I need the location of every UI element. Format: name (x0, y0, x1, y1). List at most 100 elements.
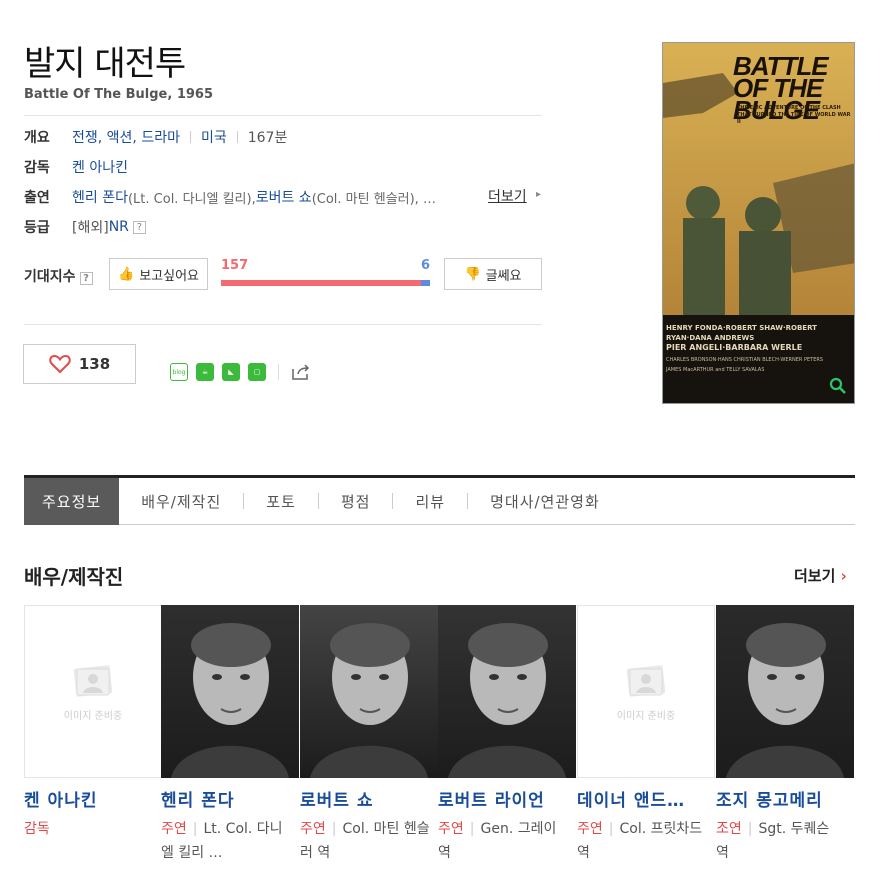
overview-label: 개요 (24, 130, 50, 146)
director-link[interactable]: 켄 아나킨 (72, 157, 128, 177)
expectation-row: 기대지수? 👍 보고싶어요 157 6 👎 글쎄요 (24, 258, 542, 290)
not-sure-label: 글쎄요 (485, 268, 522, 284)
poster-credits-2: PIER ANGELI·BARBARA WERLE (666, 343, 803, 352)
cast-photo[interactable] (716, 605, 854, 778)
cast-photo[interactable] (438, 605, 576, 778)
help-icon[interactable]: ? (132, 220, 146, 234)
separator (189, 131, 191, 143)
rating-value[interactable]: NR (109, 219, 129, 235)
cast-card[interactable]: 조지 몽고메리 조연 | Sgt. 두퀘슨 역 (716, 605, 854, 865)
runtime: 167분 (247, 130, 288, 146)
cast-card[interactable]: 이미지 준비중 데이너 앤드… 주연 | Col. 프릿차드 역 (577, 605, 715, 865)
tab-photo[interactable]: 포토 (244, 478, 318, 525)
cast-name[interactable]: 데이너 앤드… (577, 786, 715, 811)
cast-role-1: (Lt. Col. 다니엘 킬리), (127, 191, 256, 207)
want-to-see-label: 보고싶어요 (139, 268, 199, 284)
cast-role-type: 주연 (300, 821, 326, 837)
cast-photo-placeholder[interactable]: 이미지 준비중 (24, 605, 162, 778)
cast-name[interactable]: 로버트 쇼 (300, 786, 438, 811)
overview-row: 개요 전쟁, 액션, 드라마 미국 167분 (24, 127, 287, 147)
cast-photo[interactable] (161, 605, 299, 778)
expectation-label: 기대지수? (24, 266, 93, 286)
cast-link-2[interactable]: 로버트 쇼 (256, 187, 312, 207)
separator (278, 364, 279, 380)
rating-prefix: [해외] (72, 220, 109, 236)
movie-poster[interactable]: BATTLE OF THE BULGE THE EPIC ADVENTURE O… (662, 42, 855, 404)
cast-link-1[interactable]: 헨리 폰다 (72, 187, 128, 207)
separator: | (608, 821, 614, 837)
want-to-see-button[interactable]: 👍 보고싶어요 (109, 258, 208, 290)
director-row: 감독 켄 아나킨 (24, 157, 128, 177)
cast-role-type: 주연 (577, 821, 603, 837)
cast-name[interactable]: 조지 몽고메리 (716, 786, 854, 811)
cast-role: 주연 | Col. 프릿차드 역 (577, 817, 707, 865)
movie-subtitle: Battle Of The Bulge, 1965 (24, 87, 213, 102)
heart-icon (49, 354, 71, 374)
poster-tagline: THE EPIC ADVENTURE OF THE CLASH THAT TUR… (737, 105, 851, 125)
cast-role: 조연 | Sgt. 두퀘슨 역 (716, 817, 846, 865)
portrait-silhouette (448, 623, 566, 778)
tab-main-info[interactable]: 주요정보 (24, 477, 120, 525)
cast-more-link[interactable]: 더보기 (488, 186, 527, 206)
share-icon[interactable] (291, 363, 311, 381)
cast-role-type: 조연 (716, 821, 742, 837)
no-image-icon (626, 665, 666, 697)
want-bar (221, 280, 421, 286)
country-link[interactable]: 미국 (201, 127, 227, 147)
cast-role: 주연 | Gen. 그레이 역 (438, 817, 568, 865)
tab-bar: 주요정보 배우/제작진 포토 평점 리뷰 명대사/연관영화 (24, 475, 855, 525)
cast-section-more-label: 더보기 (794, 567, 836, 585)
cast-card[interactable]: 이미지 준비중 켄 아나킨 감독 (24, 605, 162, 841)
tab-cast-crew[interactable]: 배우/제작진 (119, 478, 243, 525)
portrait-silhouette (726, 623, 844, 778)
rating-row: 등급 [해외] NR ? (24, 217, 146, 237)
cast-card[interactable]: 헨리 폰다 주연 | Lt. Col. 다니엘 킬리 … (161, 605, 299, 865)
blog-icon[interactable]: blog (170, 363, 188, 381)
cast-name[interactable]: 켄 아나킨 (24, 786, 162, 811)
cast-photo[interactable] (300, 605, 438, 778)
genre-link[interactable]: 전쟁, 액션, 드라마 (72, 127, 180, 147)
share-icons: blog ☕ ◣ ▢ (170, 363, 311, 381)
cast-section-more[interactable]: 더보기 › (794, 565, 847, 586)
help-icon[interactable]: ? (79, 272, 93, 285)
poster-credits-3: CHARLES BRONSON·HANS CHRISTIAN BLECH·WER… (666, 357, 823, 363)
cast-role-type: 주연 (438, 821, 464, 837)
thumbs-up-icon: 👍 (118, 266, 135, 282)
memo-icon[interactable]: ▢ (248, 363, 266, 381)
separator: | (192, 821, 198, 837)
bookmark-icon[interactable]: ◣ (222, 363, 240, 381)
director-label: 감독 (24, 160, 50, 176)
cast-role: 주연 | Col. 마틴 헨슬러 역 (300, 817, 430, 865)
movie-title: 발지 대전투 (24, 44, 186, 84)
divider (24, 115, 542, 116)
cast-role-2: (Col. 마틴 헨슬러), … (311, 191, 436, 207)
not-sure-button[interactable]: 👎 글쎄요 (444, 258, 542, 290)
like-count: 138 (78, 355, 111, 373)
no-image-text: 이미지 준비중 (63, 711, 123, 722)
cast-name[interactable]: 로버트 라이언 (438, 786, 576, 811)
cast-role: 주연 | Lt. Col. 다니엘 킬리 … (161, 817, 291, 865)
separator: | (747, 821, 753, 837)
cast-card[interactable]: 로버트 라이언주연 | Gen. 그레이 역 (438, 605, 576, 865)
cast-name[interactable]: 헨리 폰다 (161, 786, 299, 811)
tab-score[interactable]: 평점 (319, 478, 393, 525)
cast-row: 출연 헨리 폰다 (Lt. Col. 다니엘 킬리), 로버트 쇼 (Col. … (24, 187, 436, 207)
rating-label: 등급 (24, 220, 50, 236)
cast-section-title: 배우/제작진 (24, 565, 124, 589)
chevron-right-icon: ▸ (536, 189, 542, 200)
zoom-icon[interactable] (829, 377, 847, 395)
separator: | (331, 821, 337, 837)
cast-role-type: 주연 (161, 821, 187, 837)
tab-quotes-related[interactable]: 명대사/연관영화 (468, 478, 622, 525)
cast-label: 출연 (24, 190, 50, 206)
like-button[interactable]: 138 (23, 344, 136, 384)
separator (236, 131, 238, 143)
tab-review[interactable]: 리뷰 (393, 478, 467, 525)
cast-card[interactable]: 로버트 쇼 주연 | Col. 마틴 헨슬러 역 (300, 605, 438, 865)
divider (24, 324, 542, 325)
chevron-right-icon: › (840, 567, 847, 585)
no-image-icon (73, 665, 113, 697)
cafe-icon[interactable]: ☕ (196, 363, 214, 381)
poster-credits-4: JAMES MacARTHUR and TELLY SAVALAS (666, 367, 765, 373)
cast-photo-placeholder[interactable]: 이미지 준비중 (577, 605, 715, 778)
